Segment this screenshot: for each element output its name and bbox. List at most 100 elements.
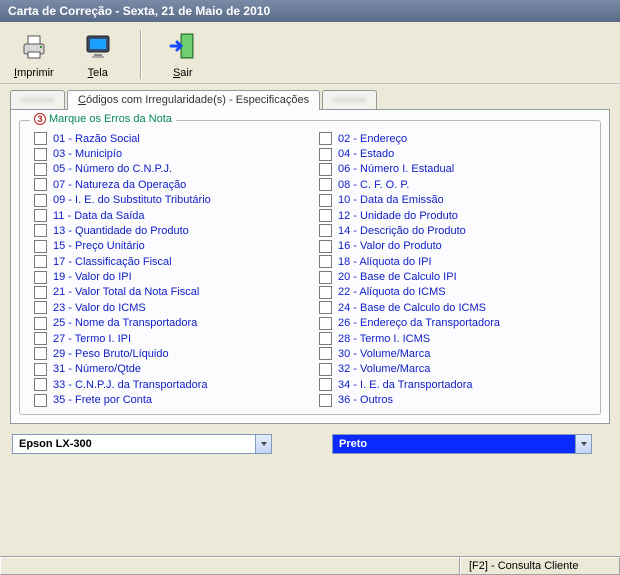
checkbox-icon[interactable] xyxy=(34,132,47,145)
tab-codes[interactable]: Códigos com Irregularidade(s) - Especifi… xyxy=(67,90,320,110)
print-button[interactable]: Imprimir xyxy=(8,28,60,81)
checkbox-icon[interactable] xyxy=(34,148,47,161)
error-label: 16 - Valor do Produto xyxy=(338,240,442,252)
checkbox-icon[interactable] xyxy=(34,224,47,237)
error-item[interactable]: 08 - C. F. O. P. xyxy=(319,177,594,192)
error-item[interactable]: 11 - Data da Saída xyxy=(34,208,309,223)
error-item[interactable]: 02 - Endereço xyxy=(319,131,594,146)
error-label: 29 - Peso Bruto/Líquido xyxy=(53,348,169,360)
checkbox-icon[interactable] xyxy=(319,194,332,207)
error-item[interactable]: 15 - Preço Unitário xyxy=(34,239,309,254)
checkbox-icon[interactable] xyxy=(319,301,332,314)
error-item[interactable]: 36 - Outros xyxy=(319,392,594,407)
errors-column-left: 01 - Razão Social03 - Municipío 05 - Núme… xyxy=(34,131,309,408)
error-item[interactable]: 26 - Endereço da Transportadora xyxy=(319,316,594,331)
checkbox-icon[interactable] xyxy=(34,394,47,407)
checkbox-icon[interactable] xyxy=(34,378,47,391)
error-item[interactable]: 03 - Municipío xyxy=(34,146,309,161)
checkbox-icon[interactable] xyxy=(319,209,332,222)
error-item[interactable]: 35 - Frete por Conta xyxy=(34,392,309,407)
checkbox-icon[interactable] xyxy=(34,363,47,376)
error-item[interactable]: 27 - Termo I. IPI xyxy=(34,331,309,346)
error-label: 04 - Estado xyxy=(338,148,394,160)
error-item[interactable]: 29 - Peso Bruto/Líquido xyxy=(34,346,309,361)
checkbox-icon[interactable] xyxy=(34,209,47,222)
checkbox-icon[interactable] xyxy=(319,332,332,345)
error-item[interactable]: 34 - I. E. da Transportadora xyxy=(319,377,594,392)
error-item[interactable]: 12 - Unidade do Produto xyxy=(319,208,594,223)
error-item[interactable]: 17 - Classificação Fiscal xyxy=(34,254,309,269)
statusbar: [F2] - Consulta Cliente xyxy=(0,556,620,575)
error-item[interactable]: 09 - I. E. do Substituto Tributário xyxy=(34,193,309,208)
tab-1[interactable]: ——— xyxy=(10,90,65,109)
error-item[interactable]: 07 - Natureza da Operação xyxy=(34,177,309,192)
step-badge-icon: 3 xyxy=(34,113,46,125)
checkbox-icon[interactable] xyxy=(34,163,47,176)
tabs: ——— Códigos com Irregularidade(s) - Espe… xyxy=(0,84,620,109)
error-item[interactable]: 28 - Termo I. ICMS xyxy=(319,331,594,346)
checkbox-icon[interactable] xyxy=(34,286,47,299)
checkbox-icon[interactable] xyxy=(319,271,332,284)
checkbox-icon[interactable] xyxy=(34,240,47,253)
error-item[interactable]: 33 - C.N.P.J. da Transportadora xyxy=(34,377,309,392)
error-item[interactable]: 23 - Valor do ICMS xyxy=(34,300,309,315)
error-item[interactable]: 32 - Volume/Marca xyxy=(319,362,594,377)
checkbox-icon[interactable] xyxy=(34,178,47,191)
window-titlebar: Carta de Correção - Sexta, 21 de Maio de… xyxy=(0,0,620,22)
error-item[interactable]: 18 - Alíquota do IPI xyxy=(319,254,594,269)
checkbox-icon[interactable] xyxy=(319,148,332,161)
error-item[interactable]: 05 - Número do C.N.P.J. xyxy=(34,162,309,177)
error-label: 22 - Alíquota do ICMS xyxy=(338,286,446,298)
printer-combo[interactable]: Epson LX-300 xyxy=(12,434,272,454)
checkbox-icon[interactable] xyxy=(319,378,332,391)
chevron-down-icon[interactable] xyxy=(575,435,591,453)
checkbox-icon[interactable] xyxy=(319,363,332,376)
error-item[interactable]: 16 - Valor do Produto xyxy=(319,239,594,254)
checkbox-icon[interactable] xyxy=(34,255,47,268)
checkbox-icon[interactable] xyxy=(319,347,332,360)
checkbox-icon[interactable] xyxy=(34,194,47,207)
checkbox-icon[interactable] xyxy=(319,240,332,253)
error-label: 02 - Endereço xyxy=(338,133,407,145)
monitor-icon xyxy=(82,30,114,65)
color-combo[interactable]: Preto xyxy=(332,434,592,454)
tab-3[interactable]: ——— xyxy=(322,90,377,109)
checkbox-icon[interactable] xyxy=(34,347,47,360)
error-item[interactable]: 04 - Estado xyxy=(319,146,594,161)
checkbox-icon[interactable] xyxy=(319,255,332,268)
tab-panel: 3 Marque os Erros da Nota 01 - Razão Soc… xyxy=(10,109,610,424)
exit-button[interactable]: Sair xyxy=(161,28,205,81)
error-item[interactable]: 19 - Valor do IPI xyxy=(34,269,309,284)
error-item[interactable]: 20 - Base de Calculo IPI xyxy=(319,269,594,284)
error-item[interactable]: 25 - Nome da Transportadora xyxy=(34,316,309,331)
error-item[interactable]: 13 - Quantidade do Produto xyxy=(34,223,309,238)
checkbox-icon[interactable] xyxy=(34,332,47,345)
error-label: 28 - Termo I. ICMS xyxy=(338,333,430,345)
checkbox-icon[interactable] xyxy=(319,132,332,145)
error-item[interactable]: 31 - Número/Qtde xyxy=(34,362,309,377)
printer-icon xyxy=(18,30,50,65)
checkbox-icon[interactable] xyxy=(319,394,332,407)
checkbox-icon[interactable] xyxy=(319,286,332,299)
error-item[interactable]: 06 - Número I. Estadual xyxy=(319,162,594,177)
window-title: Carta de Correção - Sexta, 21 de Maio de… xyxy=(8,4,270,18)
checkbox-icon[interactable] xyxy=(34,317,47,330)
checkbox-icon[interactable] xyxy=(319,224,332,237)
screen-button[interactable]: Tela xyxy=(76,28,120,81)
checkbox-icon[interactable] xyxy=(319,163,332,176)
error-label: 33 - C.N.P.J. da Transportadora xyxy=(53,379,208,391)
checkbox-icon[interactable] xyxy=(34,301,47,314)
error-item[interactable]: 24 - Base de Calculo do ICMS xyxy=(319,300,594,315)
error-label: 35 - Frete por Conta xyxy=(53,394,152,406)
checkbox-icon[interactable] xyxy=(34,271,47,284)
error-item[interactable]: 14 - Descrição do Produto xyxy=(319,223,594,238)
error-label: 05 - Número do C.N.P.J. xyxy=(53,163,172,175)
checkbox-icon[interactable] xyxy=(319,178,332,191)
checkbox-icon[interactable] xyxy=(319,317,332,330)
error-item[interactable]: 10 - Data da Emissão xyxy=(319,193,594,208)
error-item[interactable]: 21 - Valor Total da Nota Fiscal xyxy=(34,285,309,300)
error-item[interactable]: 30 - Volume/Marca xyxy=(319,346,594,361)
chevron-down-icon[interactable] xyxy=(255,435,271,453)
error-item[interactable]: 22 - Alíquota do ICMS xyxy=(319,285,594,300)
error-item[interactable]: 01 - Razão Social xyxy=(34,131,309,146)
